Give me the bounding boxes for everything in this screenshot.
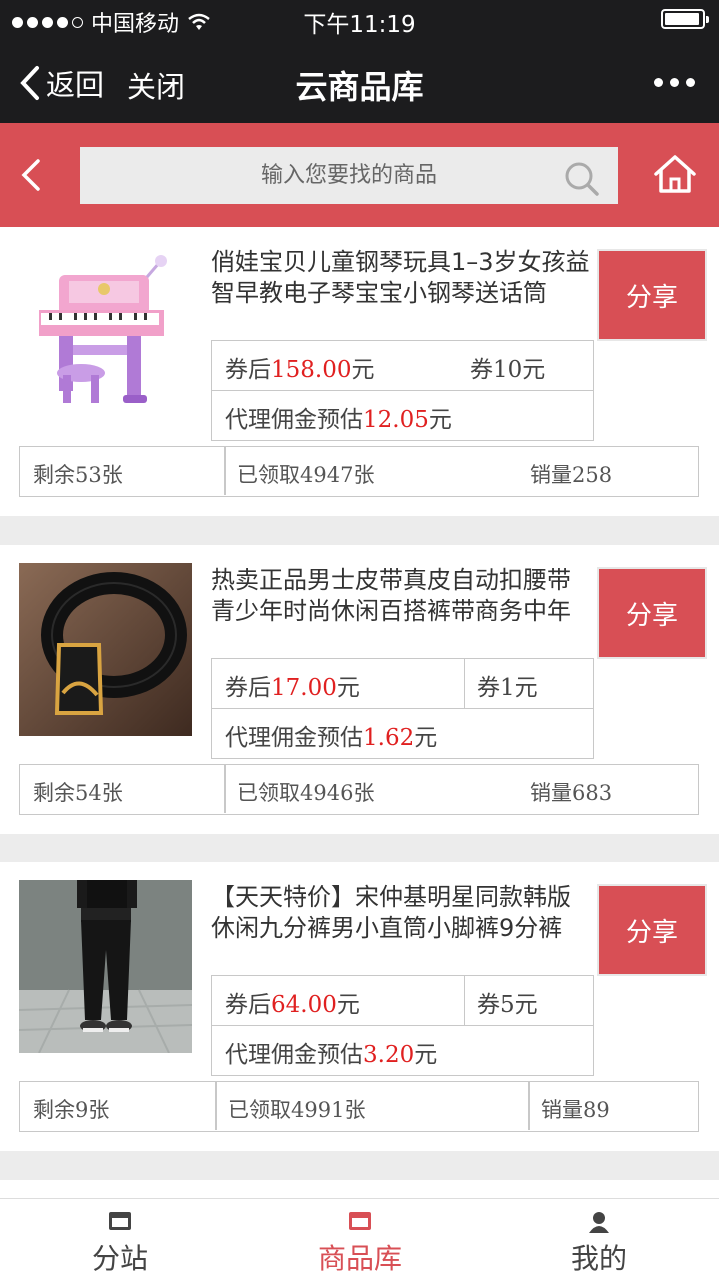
- after-price-value: 64.00: [271, 992, 337, 1018]
- price-row: 券后158.00元 券10元: [212, 341, 593, 391]
- product-card[interactable]: 俏娃宝贝儿童钢琴玩具1–3岁女孩益智早教电子琴宝宝小钢琴送话筒 分享 券后158…: [0, 227, 719, 516]
- share-button[interactable]: 分享: [597, 884, 707, 976]
- after-coupon-price: 券后158.00元: [225, 350, 374, 384]
- after-coupon-price: 券后64.00元: [225, 985, 360, 1019]
- product-image-belt[interactable]: [19, 563, 192, 736]
- commission-unit: 元: [428, 407, 452, 433]
- commission-unit: 元: [414, 1042, 438, 1068]
- nav-bar: 返回 关闭 云商品库: [0, 40, 719, 123]
- price-row: 券后64.00元 券5元: [212, 976, 593, 1026]
- after-prefix: 券后: [225, 357, 271, 383]
- search-bar: [0, 123, 719, 227]
- product-title[interactable]: 俏娃宝贝儿童钢琴玩具1–3岁女孩益智早教电子琴宝宝小钢琴送话筒: [211, 247, 591, 343]
- home-icon[interactable]: [652, 153, 698, 195]
- after-price-value: 17.00: [271, 675, 337, 701]
- after-price-value: 158.00: [271, 357, 352, 383]
- price-box: 券后158.00元 券10元 代理佣金预估12.05元: [211, 340, 594, 441]
- tab-product-library[interactable]: 商品库: [240, 1199, 480, 1280]
- tab-label: 我的: [570, 1242, 627, 1275]
- after-prefix: 券后: [225, 675, 271, 701]
- claimed-count: 已领取4946张: [237, 781, 375, 805]
- store-icon: [109, 1212, 131, 1230]
- after-prefix: 券后: [225, 992, 271, 1018]
- more-dot: [686, 78, 695, 87]
- remaining-count: 剩余9张: [33, 1098, 110, 1122]
- coupon-value: 券1元: [464, 659, 538, 708]
- search-icon[interactable]: [564, 161, 600, 197]
- divider: [215, 1082, 217, 1130]
- back-arrow-icon[interactable]: [16, 153, 44, 197]
- store-icon: [349, 1212, 371, 1230]
- tab-label: 分站: [91, 1242, 148, 1275]
- coupon-value: 券5元: [464, 976, 538, 1025]
- search-input[interactable]: [80, 147, 618, 204]
- commission-prefix: 代理佣金预估: [225, 1042, 363, 1068]
- commission-value: 12.05: [363, 407, 429, 433]
- coupon-stats: 剩余54张 已领取4946张 销量683: [19, 764, 699, 815]
- product-image-pants[interactable]: [19, 880, 192, 1053]
- remaining-count: 剩余54张: [33, 781, 123, 805]
- more-menu-button[interactable]: [654, 78, 695, 87]
- sales-count: 销量258: [530, 463, 613, 487]
- divider: [224, 765, 226, 813]
- price-box: 券后17.00元 券1元 代理佣金预估1.62元: [211, 658, 594, 759]
- status-bar: 中国移动 下午11:19: [0, 0, 719, 40]
- tab-bar: 分站 商品库 我的: [0, 1198, 719, 1280]
- commission-prefix: 代理佣金预估: [225, 407, 363, 433]
- sales-count: 销量89: [541, 1098, 610, 1122]
- product-card-partial: [0, 1180, 719, 1200]
- share-button[interactable]: 分享: [597, 249, 707, 341]
- after-unit: 元: [336, 992, 360, 1018]
- user-icon: [589, 1212, 609, 1233]
- after-coupon-price: 券后17.00元: [225, 668, 360, 702]
- product-card[interactable]: 热卖正品男士皮带真皮自动扣腰带青少年时尚休闲百搭裤带商务中年 分享 券后17.0…: [0, 545, 719, 834]
- commission-prefix: 代理佣金预估: [225, 725, 363, 751]
- product-title[interactable]: 【天天特价】宋仲基明星同款韩版休闲九分裤男小直筒小脚裤9分裤: [211, 882, 591, 978]
- divider: [528, 1082, 530, 1130]
- commission-unit: 元: [414, 725, 438, 751]
- price-box: 券后64.00元 券5元 代理佣金预估3.20元: [211, 975, 594, 1076]
- more-dot: [670, 78, 679, 87]
- tab-mine[interactable]: 我的: [479, 1199, 719, 1280]
- commission-estimate: 代理佣金预估12.05元: [225, 400, 452, 434]
- commission-estimate: 代理佣金预估3.20元: [225, 1035, 437, 1069]
- commission-value: 3.20: [363, 1042, 415, 1068]
- battery-icon: [661, 9, 709, 29]
- claimed-count: 已领取4991张: [228, 1098, 366, 1122]
- remaining-count: 剩余53张: [33, 463, 123, 487]
- coupon-value: 券10元: [470, 357, 546, 383]
- product-title[interactable]: 热卖正品男士皮带真皮自动扣腰带青少年时尚休闲百搭裤带商务中年: [211, 565, 591, 661]
- coupon-stats: 剩余9张 已领取4991张 销量89: [19, 1081, 699, 1132]
- price-row: 券后17.00元 券1元: [212, 659, 593, 709]
- sales-count: 销量683: [530, 781, 613, 805]
- page-title: 云商品库: [295, 68, 424, 106]
- commission-estimate: 代理佣金预估1.62元: [225, 718, 437, 752]
- more-dot: [654, 78, 663, 87]
- clock: 下午11:19: [303, 12, 416, 38]
- divider: [224, 447, 226, 495]
- after-unit: 元: [351, 357, 375, 383]
- product-card[interactable]: 【天天特价】宋仲基明星同款韩版休闲九分裤男小直筒小脚裤9分裤 分享 券后64.0…: [0, 862, 719, 1151]
- after-unit: 元: [336, 675, 360, 701]
- tab-label: 商品库: [317, 1242, 402, 1275]
- commission-value: 1.62: [363, 725, 415, 751]
- share-button[interactable]: 分享: [597, 567, 707, 659]
- tab-substation[interactable]: 分站: [0, 1199, 240, 1280]
- claimed-count: 已领取4947张: [237, 463, 375, 487]
- product-image-piano[interactable]: [19, 245, 192, 418]
- coupon-stats: 剩余53张 已领取4947张 销量258: [19, 446, 699, 497]
